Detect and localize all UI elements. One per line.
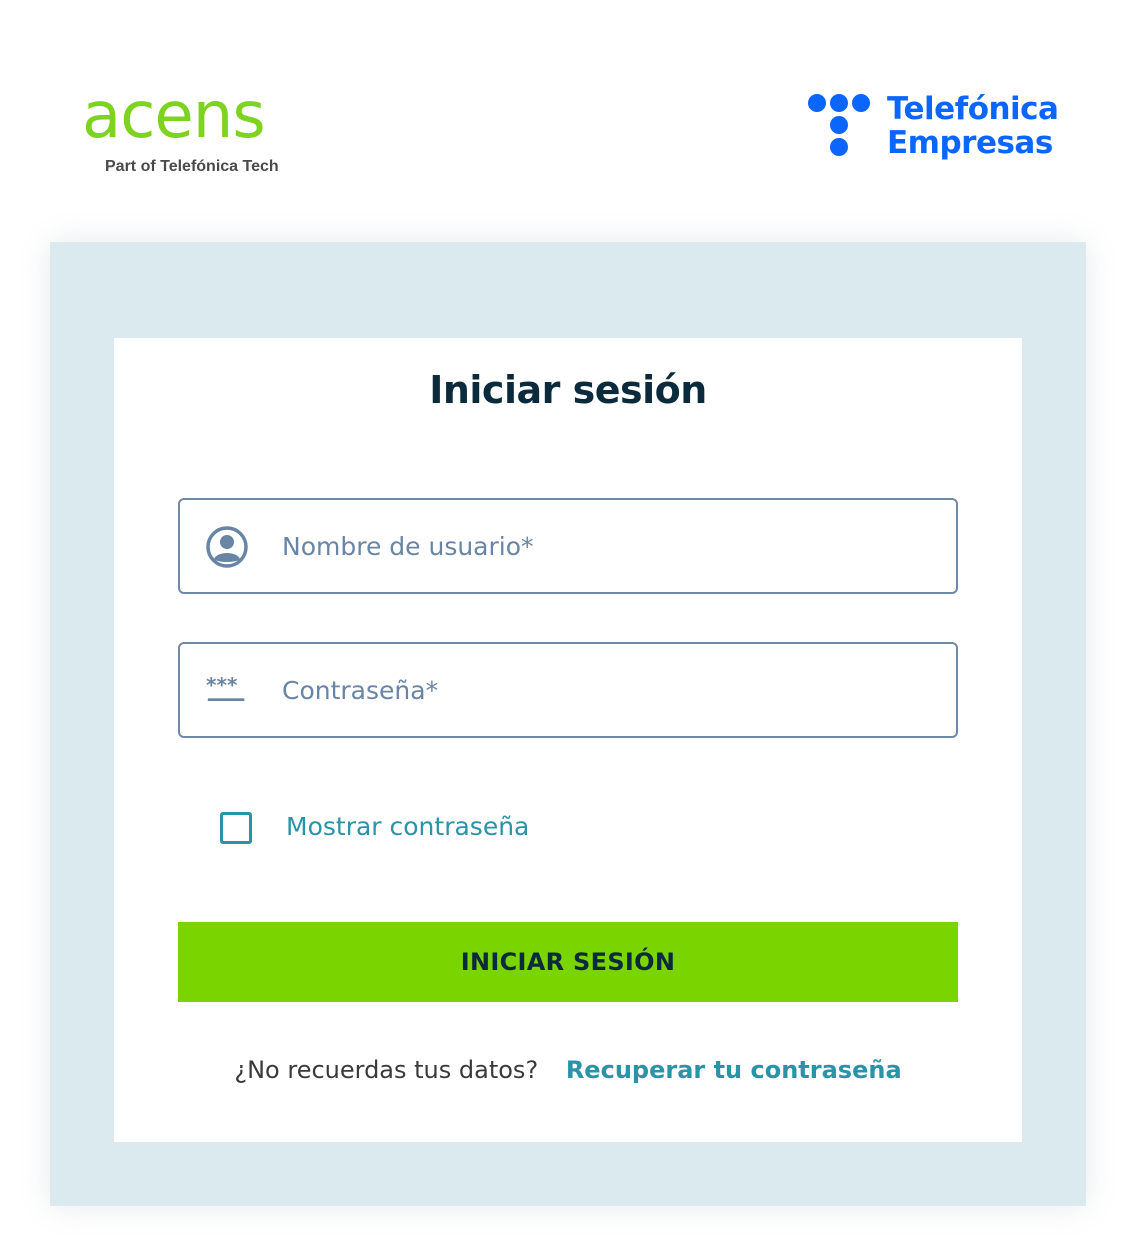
login-card: Iniciar sesión *** — [114, 338, 1022, 1142]
show-password-label[interactable]: Mostrar contraseña — [286, 812, 529, 841]
svg-text:***: *** — [206, 673, 238, 697]
login-panel: Iniciar sesión *** — [50, 242, 1086, 1206]
user-circle-icon — [206, 526, 248, 568]
show-password-option[interactable]: Mostrar contraseña — [220, 810, 720, 850]
username-field[interactable] — [178, 498, 958, 594]
telefonica-dots-icon — [808, 94, 870, 156]
telefonica-wordmark: Telefónica Empresas — [887, 91, 1059, 161]
acens-wordmark: acens — [82, 79, 266, 153]
show-password-checkbox[interactable] — [220, 812, 252, 844]
password-field[interactable]: *** — [178, 642, 958, 738]
telefonica-empresas-logo: Telefónica Empresas — [808, 91, 1068, 166]
username-input[interactable] — [282, 500, 922, 592]
acens-tagline: Part of Telefónica Tech — [105, 158, 279, 175]
password-asterisks-icon: *** — [206, 673, 245, 702]
recover-password-link[interactable]: Recuperar tu contraseña — [566, 1056, 902, 1084]
acens-logo: acens Part of Telefónica Tech — [82, 84, 322, 184]
login-button[interactable]: INICIAR SESIÓN — [178, 922, 958, 1002]
forgot-question: ¿No recuerdas tus datos? — [234, 1056, 539, 1084]
telefonica-line1: Telefónica — [887, 91, 1059, 127]
forgot-password-row: ¿No recuerdas tus datos? Recuperar tu co… — [114, 1056, 1022, 1084]
password-input[interactable] — [282, 644, 922, 736]
telefonica-line2: Empresas — [887, 125, 1053, 161]
login-page: acens Part of Telefónica Tech Telefónica… — [0, 0, 1130, 1246]
page-title: Iniciar sesión — [429, 368, 707, 412]
